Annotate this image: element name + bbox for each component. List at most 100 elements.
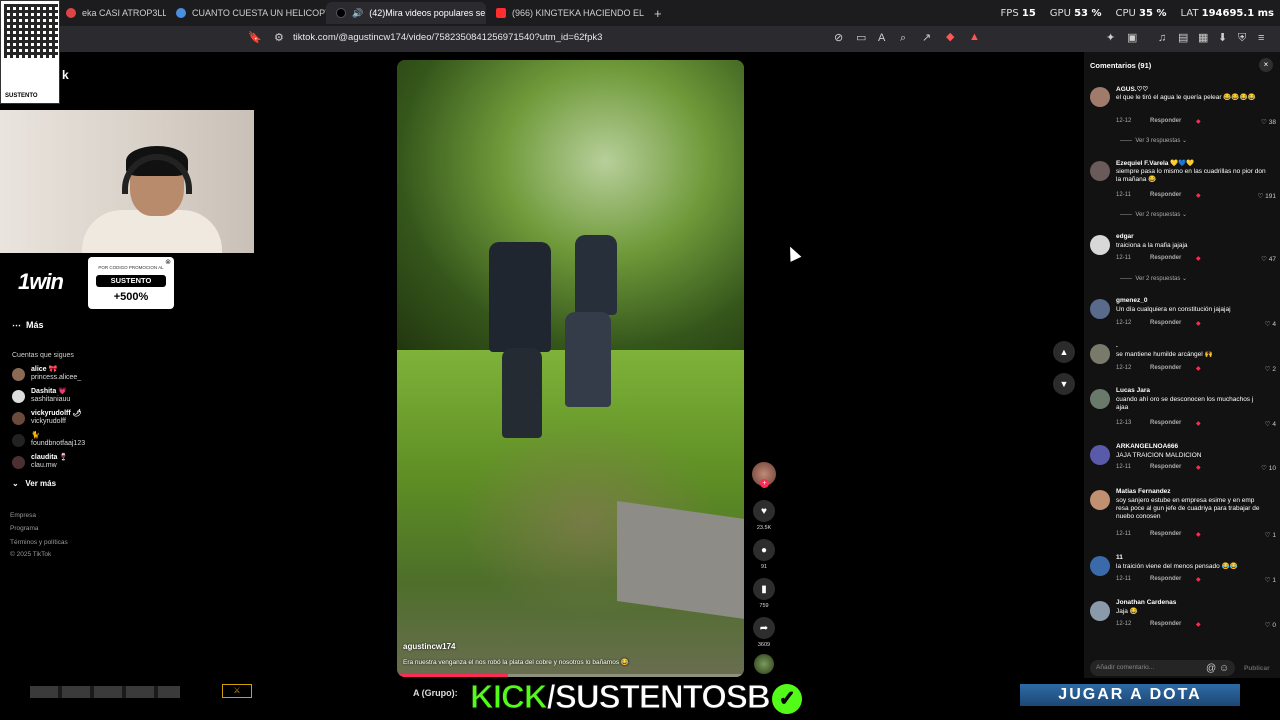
close-comments-button[interactable]: × xyxy=(1259,58,1273,72)
reply-icon[interactable]: ◆ xyxy=(1196,365,1201,372)
following-account[interactable]: 🐈 foundbnotfaaj123 xyxy=(12,432,85,448)
comment-author[interactable]: Lucas Jara xyxy=(1116,387,1150,394)
browser-tab[interactable]: (966) KINGTEKA HACIENDO EL PAPU xyxy=(486,2,646,24)
previous-video-button[interactable]: ▲ xyxy=(1053,341,1075,363)
comment-author[interactable]: Ezequiel F.Varela 💛💙💛 xyxy=(1116,159,1194,167)
view-replies-button[interactable]: —— Ver 3 respuestas ⌄ xyxy=(1120,137,1187,144)
reply-button[interactable]: Responder xyxy=(1150,621,1181,627)
like-button[interactable]: ♥ 23.5K xyxy=(750,500,778,531)
browser-tab-active[interactable]: 🔊 (42)Mira videos populares se ✕ xyxy=(326,2,486,24)
following-account[interactable]: Dashita 💗 sashitaniauu xyxy=(12,388,70,404)
reply-button[interactable]: Responder xyxy=(1150,365,1181,371)
footer-link-program[interactable]: Programa xyxy=(10,525,39,532)
sidebar-icon[interactable]: ▤ xyxy=(1178,33,1188,44)
avatar[interactable] xyxy=(1090,556,1110,576)
browser-tab[interactable]: eka CASI ATROP3LL" a pe xyxy=(56,2,166,24)
footer-link-terms[interactable]: Términos y políticas xyxy=(10,539,68,546)
following-account[interactable]: claudita 🍷 clau.mw xyxy=(12,454,68,470)
avatar[interactable] xyxy=(1090,601,1110,621)
new-tab-button[interactable]: + xyxy=(654,6,662,21)
reply-button[interactable]: Responder xyxy=(1150,531,1181,537)
next-video-button[interactable]: ▼ xyxy=(1053,373,1075,395)
site-settings-icon[interactable]: ⚙ xyxy=(274,33,284,44)
follow-plus-icon[interactable]: + xyxy=(760,479,769,488)
url-field[interactable]: tiktok.com/@agustincw174/video/758235084… xyxy=(293,32,602,43)
comment-author[interactable]: ARKANGELNOA666 xyxy=(1116,443,1178,450)
following-account[interactable]: vickyrudolff 🌶 vickyrudolff xyxy=(12,410,82,426)
reply-icon[interactable]: ◆ xyxy=(1196,576,1201,583)
reply-icon[interactable]: ◆ xyxy=(1196,192,1201,199)
avatar[interactable] xyxy=(1090,445,1110,465)
sponsor-banner[interactable]: 1win ⊗ POR CODIGO PROMOCION AL SUSTENTO … xyxy=(0,253,180,311)
music-icon[interactable]: ♫ xyxy=(1158,33,1166,44)
bookmark-icon[interactable]: 🔖 xyxy=(248,33,262,44)
reply-button[interactable]: Responder xyxy=(1150,420,1181,426)
vpn-icon[interactable]: ⛨ xyxy=(1238,33,1246,44)
video-player[interactable]: agustincw174 Era nuestra venganza el nos… xyxy=(397,60,744,677)
creator-avatar-button[interactable]: + xyxy=(750,462,778,488)
cast-icon[interactable]: ▭ xyxy=(856,33,866,44)
more-menu[interactable]: ⋯ Más xyxy=(12,320,44,331)
footer-link-company[interactable]: Empresa xyxy=(10,512,36,519)
publish-button[interactable]: Publicar xyxy=(1244,665,1270,672)
reply-button[interactable]: Responder xyxy=(1150,464,1181,470)
comment-author[interactable]: AGUS.♡♡ xyxy=(1116,85,1148,93)
avatar[interactable] xyxy=(1090,344,1110,364)
rewards-icon[interactable]: ▲ xyxy=(969,32,980,43)
reply-button[interactable]: Responder xyxy=(1150,118,1181,124)
avatar[interactable] xyxy=(1090,490,1110,510)
video-username[interactable]: agustincw174 xyxy=(403,642,455,651)
speaker-icon[interactable]: 🔊 xyxy=(352,8,363,19)
mention-icon[interactable]: @ xyxy=(1206,663,1216,674)
share-icon[interactable]: ↗ xyxy=(922,33,931,44)
comment-button[interactable]: ● 91 xyxy=(750,539,778,570)
comment-like[interactable]: ♡ 4 xyxy=(1265,420,1276,428)
avatar[interactable] xyxy=(1090,299,1110,319)
avatar[interactable] xyxy=(1090,389,1110,409)
sound-disc-button[interactable] xyxy=(750,654,778,674)
comment-like[interactable]: ♡ 47 xyxy=(1261,255,1276,263)
reply-button[interactable]: Responder xyxy=(1150,320,1181,326)
comment-author[interactable]: Jonathan Cardenas xyxy=(1116,599,1176,606)
comment-author[interactable]: Matias Fernandez xyxy=(1116,488,1171,495)
reply-icon[interactable]: ◆ xyxy=(1196,118,1201,125)
extensions-icon[interactable]: ✦ xyxy=(1106,33,1115,44)
avatar[interactable] xyxy=(1090,235,1110,255)
reply-icon[interactable]: ◆ xyxy=(1196,420,1201,427)
comment-author[interactable]: gmenez_0 xyxy=(1116,297,1147,304)
reply-button[interactable]: Responder xyxy=(1150,255,1181,261)
wallet-icon[interactable]: ▦ xyxy=(1198,33,1208,44)
download-icon[interactable]: ⬇ xyxy=(1218,33,1227,44)
video-progress-bar[interactable] xyxy=(397,674,744,677)
no-image-icon[interactable]: ⊘ xyxy=(834,33,843,44)
avatar[interactable] xyxy=(1090,161,1110,181)
view-replies-button[interactable]: —— Ver 2 respuestas ⌄ xyxy=(1120,275,1187,282)
comment-like[interactable]: ♡ 0 xyxy=(1265,621,1276,629)
see-more-button[interactable]: ⌄ Ver más xyxy=(12,479,56,488)
comment-like[interactable]: ♡ 10 xyxy=(1261,464,1276,472)
comment-author[interactable]: edgar xyxy=(1116,233,1134,240)
reply-icon[interactable]: ◆ xyxy=(1196,621,1201,628)
menu-icon[interactable]: ≡ xyxy=(1258,33,1264,44)
comment-like[interactable]: ♡ 38 xyxy=(1261,118,1276,126)
comment-author[interactable]: . xyxy=(1116,342,1118,349)
reply-icon[interactable]: ◆ xyxy=(1196,464,1201,471)
comment-author[interactable]: 11 xyxy=(1116,554,1123,561)
comment-like[interactable]: ♡ 4 xyxy=(1265,320,1276,328)
view-replies-button[interactable]: —— Ver 2 respuestas ⌄ xyxy=(1120,211,1187,218)
brave-shield-icon[interactable]: ◆ xyxy=(946,32,954,43)
emoji-icon[interactable]: ☺ xyxy=(1219,663,1229,674)
reply-button[interactable]: Responder xyxy=(1150,576,1181,582)
reply-icon[interactable]: ◆ xyxy=(1196,255,1201,262)
reply-icon[interactable]: ◆ xyxy=(1196,531,1201,538)
browser-tab[interactable]: CUANTO CUESTA UN HELICOPTERO xyxy=(166,2,326,24)
comment-like[interactable]: ♡ 1 xyxy=(1265,531,1276,539)
save-button[interactable]: ▮ 759 xyxy=(750,578,778,609)
avatar[interactable] xyxy=(1090,87,1110,107)
reply-icon[interactable]: ◆ xyxy=(1196,320,1201,327)
share-button[interactable]: ➦ 3609 xyxy=(750,617,778,648)
translate-icon[interactable]: A xyxy=(878,33,885,44)
following-account[interactable]: alice 🎀 princess.alicee_ xyxy=(12,366,81,382)
comment-like[interactable]: ♡ 2 xyxy=(1265,365,1276,373)
comment-like[interactable]: ♡ 1 xyxy=(1265,576,1276,584)
